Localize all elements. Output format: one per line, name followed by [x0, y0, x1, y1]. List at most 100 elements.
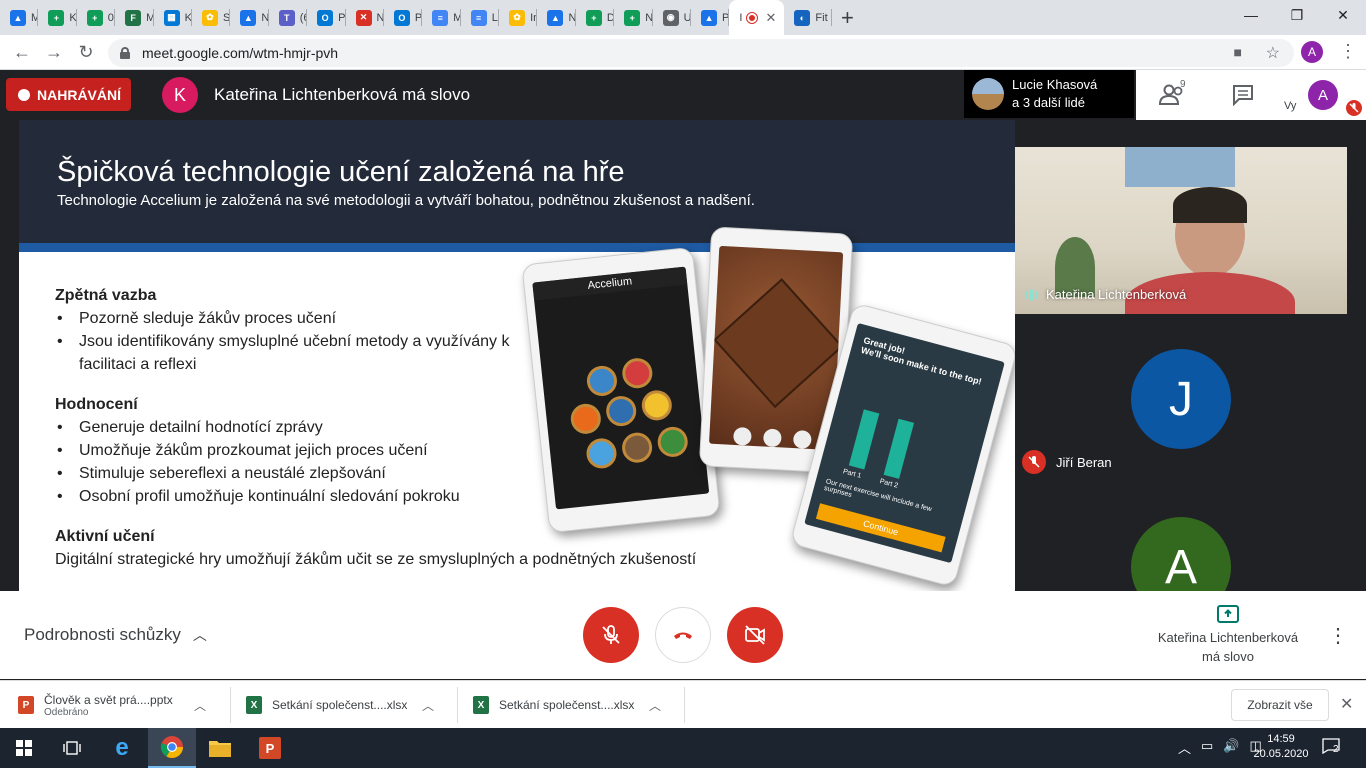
active-speaker-text: Kateřina Lichtenberková má slovo [214, 85, 471, 104]
participants-button[interactable]: 9 [1158, 79, 1188, 108]
url-text[interactable]: meet.google.com/wtm-hmjr-pvh [142, 45, 338, 61]
tab-favicon-icon: ▲ [10, 9, 26, 26]
browser-tab[interactable]: ≡ LŠ [461, 0, 500, 35]
excel-file-icon: X [246, 696, 262, 714]
participant-avatar-j[interactable]: J [1131, 349, 1231, 449]
browser-tab-active[interactable]: I ✕ [729, 0, 785, 35]
browser-tab[interactable]: ▲ Ne [230, 0, 269, 35]
powerpoint-icon: P [259, 737, 281, 759]
presenting-button[interactable]: Kateřina Lichtenberková má slovo [1140, 605, 1316, 666]
restore-button[interactable]: ❐ [1274, 0, 1320, 30]
task-view-button[interactable] [48, 728, 96, 768]
meeting-details-toggle[interactable]: Podrobnosti schůzky ︿ [24, 625, 207, 645]
chevron-up-icon[interactable]: ︿ [649, 697, 661, 714]
back-button[interactable]: ← [6, 36, 38, 68]
browser-tab[interactable]: +07 [77, 0, 116, 35]
browser-tab[interactable]: F Mi [115, 0, 154, 35]
browser-tab[interactable]: ✿ Int [499, 0, 538, 35]
profile-avatar[interactable]: A [1301, 41, 1323, 63]
tab-label: Ko [69, 11, 77, 24]
chevron-up-icon[interactable]: ︿ [422, 697, 434, 714]
star-icon[interactable]: ☆ [1266, 43, 1280, 63]
download-item[interactable]: X Setkání společenst....xlsx ︿ [246, 687, 434, 723]
file-explorer-button[interactable] [196, 728, 244, 768]
close-tab-icon[interactable]: ✕ [765, 10, 776, 26]
participant-avatar-a-clip: A [1131, 517, 1231, 591]
address-bar-row: ← → ↻ meet.google.com/wtm-hmjr-pvh ■ ☆ A… [0, 35, 1366, 70]
people-line1: Lucie Khasová [1012, 77, 1098, 92]
slide-header: Špičková technologie učení založená na h… [19, 120, 1015, 244]
powerpoint-taskbar-button[interactable]: P [246, 728, 294, 768]
minimize-button[interactable]: — [1228, 0, 1274, 30]
phone-screen: Accelium [532, 266, 710, 510]
browser-tab[interactable]: ▲ Mé [0, 0, 39, 35]
browser-tab[interactable]: T (6) [269, 0, 308, 35]
tab-favicon-icon: ▲ [240, 9, 257, 26]
browser-tab[interactable]: ✿ Se [192, 0, 231, 35]
camera-icon[interactable]: ■ [1234, 44, 1242, 60]
self-avatar[interactable]: A [1308, 80, 1338, 110]
camera-off-button[interactable] [727, 607, 783, 663]
browser-tab[interactable]: + Ko [38, 0, 77, 35]
present-screen-icon [1217, 605, 1239, 623]
chrome-taskbar-button[interactable] [148, 728, 196, 768]
bullet-item: Jsou identifikovány smysluplné učební me… [55, 330, 545, 376]
tab-label: (6) [299, 11, 308, 24]
section-text: Digitální strategické hry umožňují žákům… [55, 551, 697, 568]
participants-count: 9 [1180, 79, 1186, 90]
results-bar-1 [848, 409, 880, 470]
download-item[interactable]: P Člověk a svět prá....pptx Odebráno ︿ [18, 687, 206, 723]
new-tab-button[interactable]: + [832, 0, 862, 35]
edge-icon[interactable]: e [98, 728, 146, 768]
tab-label: Int [530, 11, 538, 24]
more-options-icon[interactable]: ⋮ [1328, 623, 1348, 648]
tab-favicon-icon: ▦ [163, 9, 180, 26]
browser-tab[interactable]: ◉ Up [653, 0, 692, 35]
close-download-bar-icon[interactable]: ✕ [1340, 694, 1353, 714]
recording-tab-icon [747, 12, 758, 23]
battery-icon[interactable]: ▭ [1201, 738, 1213, 757]
show-all-downloads-button[interactable]: Zobrazit vše [1231, 689, 1329, 721]
people-preview[interactable]: Lucie Khasová a 3 další lidé [964, 70, 1134, 118]
browser-tab[interactable]: + Dig [576, 0, 615, 35]
close-window-button[interactable]: ✕ [1320, 0, 1366, 30]
download-bar: P Člověk a svět prá....pptx Odebráno ︿ X… [0, 680, 1366, 728]
browser-tab[interactable]: O Po [307, 0, 346, 35]
browser-tab[interactable]: O Po [384, 0, 423, 35]
tray-chevron-icon[interactable]: ︿ [1178, 738, 1191, 757]
forward-button[interactable]: → [38, 36, 70, 68]
participant-video-tile[interactable]: Kateřina Lichtenberková [1015, 147, 1347, 314]
people-line2: a 3 další lidé [1012, 95, 1085, 110]
tab-label: I [739, 11, 743, 24]
tab-label: Dig [606, 11, 615, 24]
browser-tab[interactable]: ≡ Mc [422, 0, 461, 35]
slide-section-active-learning: Aktivní učení Digitální strategické hry … [55, 525, 775, 571]
chevron-up-icon[interactable]: ︿ [194, 697, 206, 714]
windows-logo-icon [16, 740, 32, 756]
tab-label: Při [722, 11, 730, 24]
browser-tab[interactable]: ✕ Na [346, 0, 384, 35]
omnibox[interactable]: meet.google.com/wtm-hmjr-pvh ■ ☆ [108, 39, 1294, 67]
browser-tab[interactable]: ▲ Ne [537, 0, 576, 35]
notification-icon[interactable]: 2 [1322, 738, 1342, 758]
chat-button[interactable] [1232, 84, 1254, 111]
participant-avatar-a[interactable]: A [1131, 517, 1231, 591]
tab-label: Mi [146, 11, 154, 24]
tab-label: Ne [568, 11, 576, 24]
download-item[interactable]: X Setkání společenst....xlsx ︿ [473, 687, 661, 723]
reload-button[interactable]: ↻ [70, 36, 102, 68]
menu-kebab-icon[interactable]: ⋮ [1339, 41, 1357, 61]
clock[interactable]: 14:59 20.05.2020 [1252, 732, 1310, 762]
system-tray[interactable]: ︿ ▭ 🔊 ◫ [1178, 738, 1262, 757]
browser-tab[interactable]: ◐ Fit [784, 0, 833, 35]
recording-indicator[interactable]: NAHRÁVÁNÍ [6, 78, 131, 111]
windows-taskbar: e P ︿ ▭ 🔊 ◫ 14:59 20.05.2020 2 [0, 728, 1366, 768]
browser-tab[interactable]: ▲ Při [691, 0, 730, 35]
leave-call-button[interactable] [655, 607, 711, 663]
browser-tab[interactable]: + Ná [614, 0, 653, 35]
mic-off-button[interactable] [583, 607, 639, 663]
volume-icon[interactable]: 🔊 [1223, 738, 1239, 757]
meet-bottom-bar: Podrobnosti schůzky ︿ Kateřina Lichtenbe… [0, 591, 1366, 679]
browser-tab[interactable]: ▦ Ka [154, 0, 192, 35]
start-button[interactable] [0, 728, 48, 768]
